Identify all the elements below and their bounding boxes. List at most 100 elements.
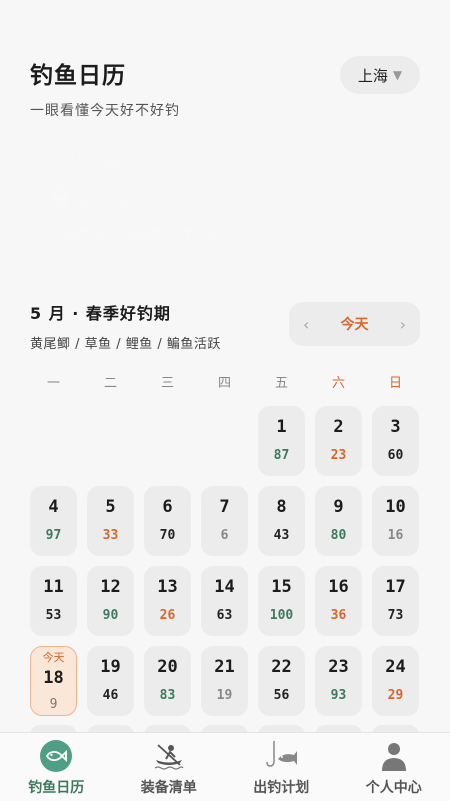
month-active-fish: 黄尾鲫 / 草鱼 / 鲤鱼 / 鳊鱼活跃 <box>30 333 221 352</box>
weekday-sun: 日 <box>372 372 419 391</box>
day-score: 63 <box>201 608 248 623</box>
day-score: 70 <box>144 528 191 543</box>
prev-month-button[interactable]: ‹ <box>303 315 309 334</box>
day-score: 60 <box>372 448 419 463</box>
day-number: 7 <box>201 497 248 517</box>
calendar-grid: 1872233604975336707684398010161153129013… <box>0 0 450 800</box>
day-number: 21 <box>201 657 248 677</box>
weekday-mon: 一 <box>30 372 77 391</box>
day-number: 11 <box>30 577 77 597</box>
day-number: 17 <box>372 577 419 597</box>
calendar-day[interactable]: 10 16 <box>372 486 419 556</box>
day-score: 46 <box>87 688 134 703</box>
calendar-day[interactable]: 1946 <box>87 646 134 716</box>
tab-label: 钓鱼日历 <box>0 777 113 797</box>
calendar-day[interactable]: 23 93 <box>315 646 362 716</box>
day-number: 18 <box>31 668 76 688</box>
day-score: 26 <box>144 608 191 623</box>
calendar-day[interactable]: 980 <box>315 486 362 556</box>
city-label: 上海 <box>358 65 388 86</box>
calendar-day[interactable]: 24 29 <box>372 646 419 716</box>
day-number: 4 <box>30 497 77 517</box>
day-score: 93 <box>315 688 362 703</box>
tab-label: 装备清单 <box>113 777 226 797</box>
month-title: 5 月 · 春季好钓期 <box>30 300 221 324</box>
calendar-day[interactable]: 3 60 <box>372 406 419 476</box>
weekday-thu: 四 <box>201 372 248 391</box>
day-score: 53 <box>30 608 77 623</box>
day-score: 87 <box>258 448 305 463</box>
today-button[interactable]: 今天 <box>341 314 369 334</box>
day-number: 12 <box>87 577 134 597</box>
calendar-day[interactable]: 22 56 <box>258 646 305 716</box>
day-number: 13 <box>144 577 191 597</box>
weekday-tue: 二 <box>87 372 134 391</box>
calendar-day[interactable]: 14 63 <box>201 566 248 636</box>
day-number: 24 <box>372 657 419 677</box>
calendar-day[interactable]: 1636 <box>315 566 362 636</box>
day-score: 80 <box>315 528 362 543</box>
day-score: 56 <box>258 688 305 703</box>
day-score: 43 <box>258 528 305 543</box>
month-info: 5 月 · 春季好钓期 黄尾鲫 / 草鱼 / 鲤鱼 / 鳊鱼活跃 <box>30 300 221 352</box>
day-score: 16 <box>372 528 419 543</box>
day-number: 14 <box>201 577 248 597</box>
score-card-unit: 分 · 很差 <box>77 193 132 213</box>
weekday-wed: 三 <box>144 372 191 391</box>
weekday-fri: 五 <box>258 372 305 391</box>
calendar-day[interactable]: 1290 <box>87 566 134 636</box>
weekday-header: 一 二 三 四 五 六 日 <box>30 372 420 388</box>
day-number: 16 <box>315 577 362 597</box>
today-tag: 今天 <box>31 649 76 665</box>
month-navigator: ‹ 今天 › <box>289 302 420 346</box>
calendar-day[interactable]: 1773 <box>372 566 419 636</box>
day-score: 23 <box>315 448 362 463</box>
day-score: 9 <box>31 697 76 712</box>
page-subtitle: 一眼看懂今天好不好钓 <box>30 100 420 120</box>
day-number: 1 <box>258 417 305 437</box>
kayak-icon <box>152 739 186 773</box>
calendar-day[interactable]: 2119 <box>201 646 248 716</box>
day-score: 29 <box>372 688 419 703</box>
calendar-day[interactable]: 13 26 <box>144 566 191 636</box>
calendar-day[interactable]: 76 <box>201 486 248 556</box>
calendar-day[interactable]: 5 33 <box>87 486 134 556</box>
tab-fishing-plan[interactable]: 出钓计划 <box>225 733 338 801</box>
score-card-detail: 上海区 阴天 东南风 气压下降 <box>50 226 390 245</box>
tab-profile[interactable]: 个人中心 <box>338 733 450 801</box>
day-number: 2 <box>315 417 362 437</box>
calendar-day-today[interactable]: 今天 18 9 <box>30 646 77 716</box>
day-number: 22 <box>258 657 305 677</box>
tab-gear-list[interactable]: 装备清单 <box>113 733 226 801</box>
person-icon <box>377 739 411 773</box>
weekday-sat: 六 <box>315 372 362 391</box>
day-score: 100 <box>258 608 305 623</box>
calendar-day[interactable]: 2083 <box>144 646 191 716</box>
day-number: 23 <box>315 657 362 677</box>
calendar-day[interactable]: 1 87 <box>258 406 305 476</box>
hook-fish-icon <box>264 739 298 773</box>
tab-fishing-calendar[interactable]: 钓鱼日历 <box>0 733 113 801</box>
calendar-day[interactable]: 4 97 <box>30 486 77 556</box>
day-score: 83 <box>144 688 191 703</box>
day-number: 10 <box>372 497 419 517</box>
day-score: 97 <box>30 528 77 543</box>
day-score: 33 <box>87 528 134 543</box>
fish-icon <box>39 739 73 773</box>
score-card-label: 今日钓鱼指数 <box>50 150 390 169</box>
calendar-day[interactable]: 2 23 <box>315 406 362 476</box>
day-number: 3 <box>372 417 419 437</box>
next-month-button[interactable]: › <box>400 315 406 334</box>
tab-label: 出钓计划 <box>225 777 338 797</box>
today-score-card: 今日钓鱼指数 9 分 · 很差 上海区 阴天 东南风 气压下降 <box>50 150 390 260</box>
calendar-day[interactable]: 11 53 <box>30 566 77 636</box>
calendar-day[interactable]: 15100 <box>258 566 305 636</box>
bottom-tab-bar: 钓鱼日历 装备清单 出钓计划 个人中心 <box>0 732 450 801</box>
day-number: 8 <box>258 497 305 517</box>
day-number: 5 <box>87 497 134 517</box>
calendar-day[interactable]: 670 <box>144 486 191 556</box>
city-selector[interactable]: 上海 ▼ <box>340 56 420 94</box>
day-score: 36 <box>315 608 362 623</box>
day-number: 19 <box>87 657 134 677</box>
calendar-day[interactable]: 8 43 <box>258 486 305 556</box>
